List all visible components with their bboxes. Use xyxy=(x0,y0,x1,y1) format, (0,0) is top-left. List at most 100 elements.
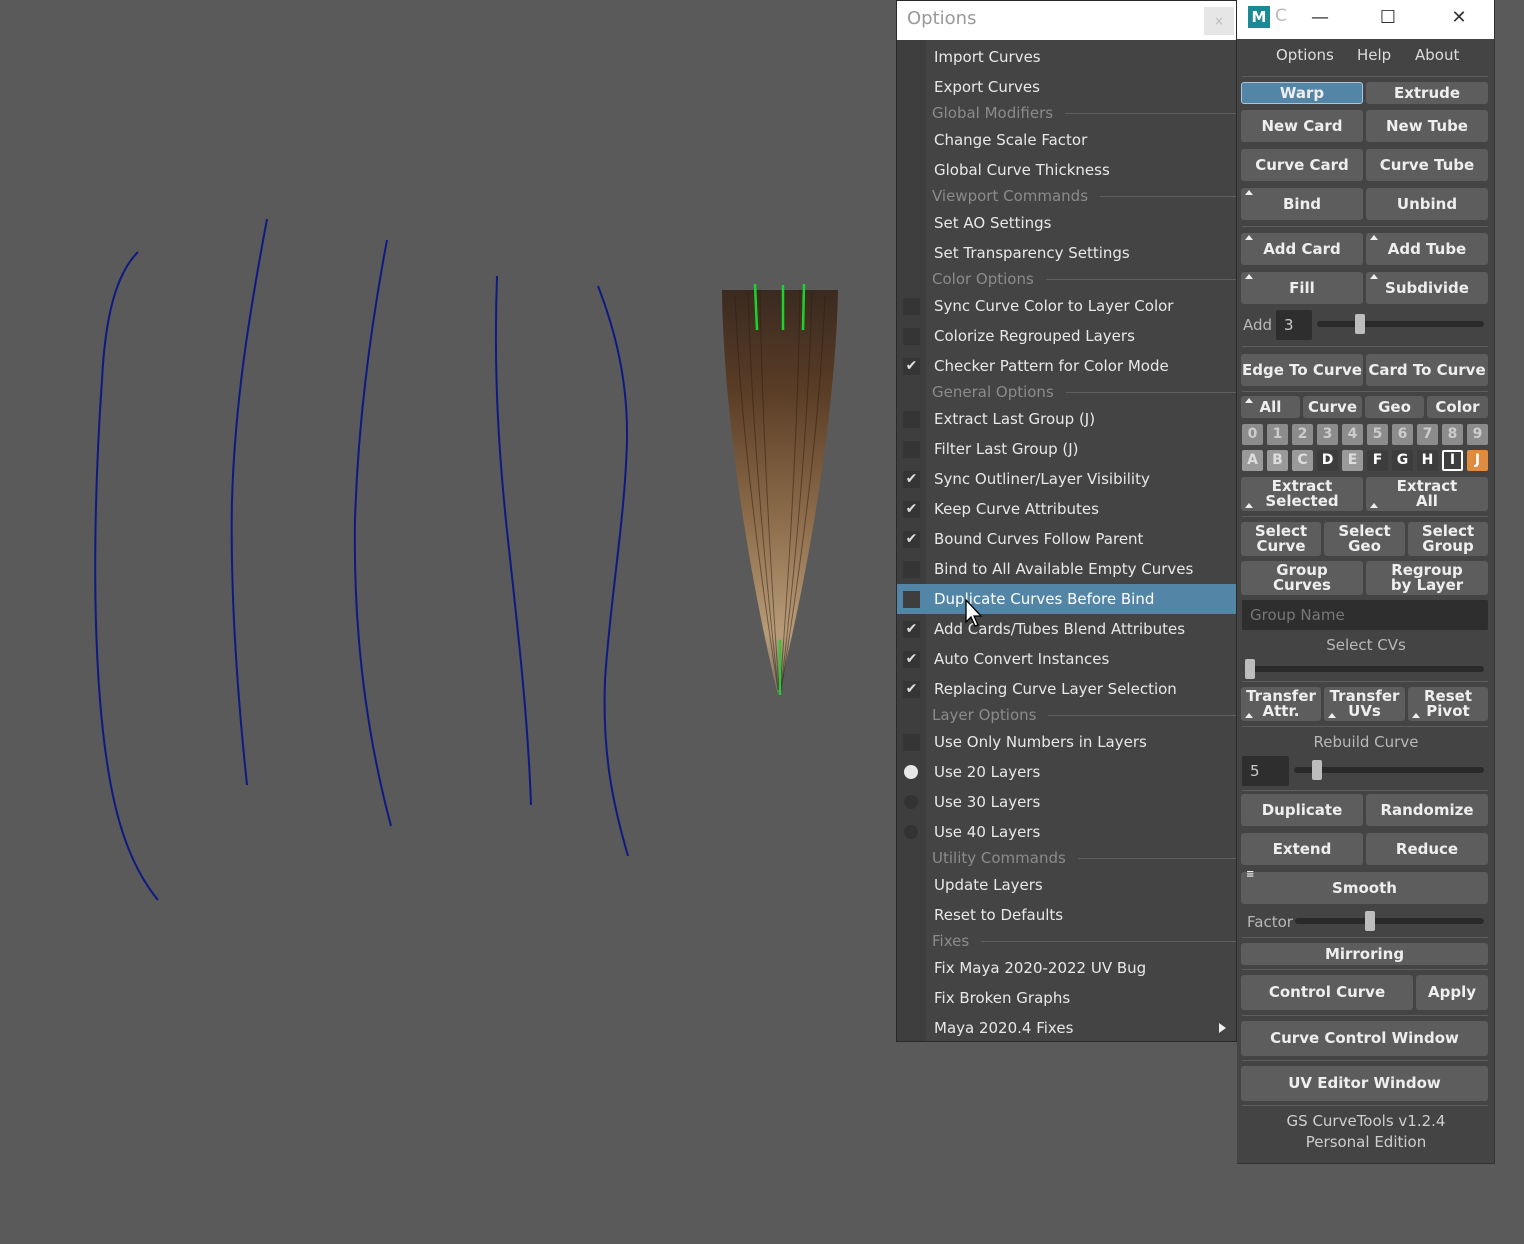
new-card-button[interactable]: New Card xyxy=(1241,110,1363,142)
group-curves-button[interactable]: Group Curves xyxy=(1241,561,1363,595)
menu-help[interactable]: Help xyxy=(1357,46,1391,64)
guide-curves[interactable] xyxy=(94,218,629,901)
minimize-icon[interactable]: — xyxy=(1300,4,1340,32)
rebuild-curve-slider[interactable] xyxy=(1294,767,1484,773)
factor-slider[interactable] xyxy=(1295,918,1484,924)
rebuild-curve-slider-handle[interactable] xyxy=(1312,760,1322,780)
extend-button[interactable]: Extend xyxy=(1241,833,1363,865)
select-cvs-slider[interactable] xyxy=(1245,666,1484,672)
layer-8-button[interactable]: 8 xyxy=(1442,424,1463,445)
smooth-button[interactable]: ≡ Smooth xyxy=(1241,870,1488,904)
menu-item[interactable]: Use Only Numbers in Layers xyxy=(897,727,1236,757)
options-menu-close-button[interactable]: × xyxy=(1204,7,1234,35)
layer-1-button[interactable]: 1 xyxy=(1267,424,1288,445)
warp-button[interactable]: Warp xyxy=(1241,82,1363,104)
filter-all-button[interactable]: All xyxy=(1241,396,1300,418)
layer-0-button[interactable]: 0 xyxy=(1242,424,1263,445)
menu-item[interactable]: ✔ Keep Curve Attributes xyxy=(897,494,1236,524)
layer-5-button[interactable]: 5 xyxy=(1367,424,1388,445)
curve-tube-button[interactable]: Curve Tube xyxy=(1366,149,1488,181)
menu-item[interactable]: Change Scale Factor xyxy=(897,125,1236,155)
menu-item[interactable]: Fix Broken Graphs xyxy=(897,983,1236,1013)
checkbox-unchecked-icon[interactable] xyxy=(903,591,920,608)
menu-item[interactable]: Update Layers xyxy=(897,870,1236,900)
layer-j-button[interactable]: J xyxy=(1467,450,1488,471)
maximize-icon[interactable]: ☐ xyxy=(1368,4,1408,32)
layer-h-button[interactable]: H xyxy=(1417,450,1438,471)
checkbox-checked-icon[interactable]: ✔ xyxy=(903,531,920,548)
menu-item[interactable]: Bind to All Available Empty Curves xyxy=(897,554,1236,584)
filter-geo-button[interactable]: Geo xyxy=(1365,396,1424,418)
layer-f-button[interactable]: F xyxy=(1367,450,1388,471)
layer-b-button[interactable]: B xyxy=(1267,450,1288,471)
checkbox-unchecked-icon[interactable] xyxy=(903,561,920,578)
layer-7-button[interactable]: 7 xyxy=(1417,424,1438,445)
control-curve-button[interactable]: Control Curve xyxy=(1241,975,1413,1010)
layer-e-button[interactable]: E xyxy=(1342,450,1363,471)
menu-item[interactable]: Extract Last Group (J) xyxy=(897,404,1236,434)
layer-a-button[interactable]: A xyxy=(1242,450,1263,471)
radio-selected-icon[interactable] xyxy=(904,765,918,779)
add-count-field[interactable]: 3 xyxy=(1276,310,1312,340)
transfer-attr-button[interactable]: Transfer Attr. xyxy=(1241,687,1321,721)
menu-item[interactable]: Filter Last Group (J) xyxy=(897,434,1236,464)
apply-button[interactable]: Apply xyxy=(1416,975,1488,1010)
add-card-button[interactable]: Add Card xyxy=(1241,233,1363,265)
checkbox-unchecked-icon[interactable] xyxy=(903,441,920,458)
checkbox-checked-icon[interactable]: ✔ xyxy=(903,651,920,668)
mirroring-button[interactable]: Mirroring xyxy=(1241,943,1488,965)
menu-item[interactable]: ✔ Checker Pattern for Color Mode xyxy=(897,351,1236,381)
edge-to-curve-button[interactable]: Edge To Curve xyxy=(1241,354,1363,386)
bind-button[interactable]: Bind xyxy=(1241,188,1363,220)
checkbox-checked-icon[interactable]: ✔ xyxy=(903,621,920,638)
radio-unselected-icon[interactable] xyxy=(904,825,918,839)
filter-color-button[interactable]: Color xyxy=(1427,396,1488,418)
select-group-button[interactable]: Select Group xyxy=(1408,522,1488,556)
add-tube-button[interactable]: Add Tube xyxy=(1366,233,1488,265)
reduce-button[interactable]: Reduce xyxy=(1366,833,1488,865)
menu-item[interactable]: ✔ Bound Curves Follow Parent xyxy=(897,524,1236,554)
add-count-slider-handle[interactable] xyxy=(1354,314,1365,334)
menu-item[interactable]: Duplicate Curves Before Bind xyxy=(897,584,1236,614)
layer-i-button[interactable]: I xyxy=(1442,450,1463,471)
menu-item[interactable]: Set Transparency Settings xyxy=(897,238,1236,268)
menu-item[interactable]: Colorize Regrouped Layers xyxy=(897,321,1236,351)
menu-item[interactable]: ✔ Sync Outliner/Layer Visibility xyxy=(897,464,1236,494)
duplicate-button[interactable]: Duplicate xyxy=(1241,794,1363,826)
menu-item[interactable]: ✔ Replacing Curve Layer Selection xyxy=(897,674,1236,704)
card-to-curve-button[interactable]: Card To Curve xyxy=(1366,354,1488,386)
select-cvs-slider-handle[interactable] xyxy=(1245,659,1255,679)
menu-item[interactable]: Import Curves xyxy=(897,42,1236,72)
filter-curve-button[interactable]: Curve xyxy=(1303,396,1362,418)
close-icon[interactable]: ✕ xyxy=(1439,4,1479,32)
extract-selected-button[interactable]: Extract Selected xyxy=(1241,477,1363,511)
select-curve-button[interactable]: Select Curve xyxy=(1241,522,1321,556)
subdivide-button[interactable]: Subdivide xyxy=(1366,272,1488,304)
menu-item[interactable]: Use 40 Layers xyxy=(897,817,1236,847)
checkbox-unchecked-icon[interactable] xyxy=(903,328,920,345)
menu-item[interactable]: Use 20 Layers xyxy=(897,757,1236,787)
unbind-button[interactable]: Unbind xyxy=(1366,188,1488,220)
rebuild-count-field[interactable]: 5 xyxy=(1242,756,1289,786)
layer-d-button[interactable]: D xyxy=(1317,450,1338,471)
menu-item[interactable]: Set AO Settings xyxy=(897,208,1236,238)
regroup-by-layer-button[interactable]: Regroup by Layer xyxy=(1366,561,1488,595)
layer-2-button[interactable]: 2 xyxy=(1292,424,1313,445)
checkbox-checked-icon[interactable]: ✔ xyxy=(903,681,920,698)
factor-slider-handle[interactable] xyxy=(1364,911,1375,931)
layer-6-button[interactable]: 6 xyxy=(1392,424,1413,445)
menu-item[interactable]: Global Curve Thickness xyxy=(897,155,1236,185)
uv-editor-window-button[interactable]: UV Editor Window xyxy=(1241,1066,1488,1101)
layer-4-button[interactable]: 4 xyxy=(1342,424,1363,445)
extract-all-button[interactable]: Extract All xyxy=(1366,477,1488,511)
checkbox-unchecked-icon[interactable] xyxy=(903,411,920,428)
group-name-input[interactable]: Group Name xyxy=(1242,600,1488,630)
menu-item[interactable]: Export Curves xyxy=(897,72,1236,102)
randomize-button[interactable]: Randomize xyxy=(1366,794,1488,826)
hair-card[interactable] xyxy=(722,283,838,695)
menu-item[interactable]: Use 30 Layers xyxy=(897,787,1236,817)
fill-button[interactable]: Fill xyxy=(1241,272,1363,304)
radio-unselected-icon[interactable] xyxy=(904,795,918,809)
add-count-slider[interactable] xyxy=(1317,321,1484,327)
layer-9-button[interactable]: 9 xyxy=(1467,424,1488,445)
